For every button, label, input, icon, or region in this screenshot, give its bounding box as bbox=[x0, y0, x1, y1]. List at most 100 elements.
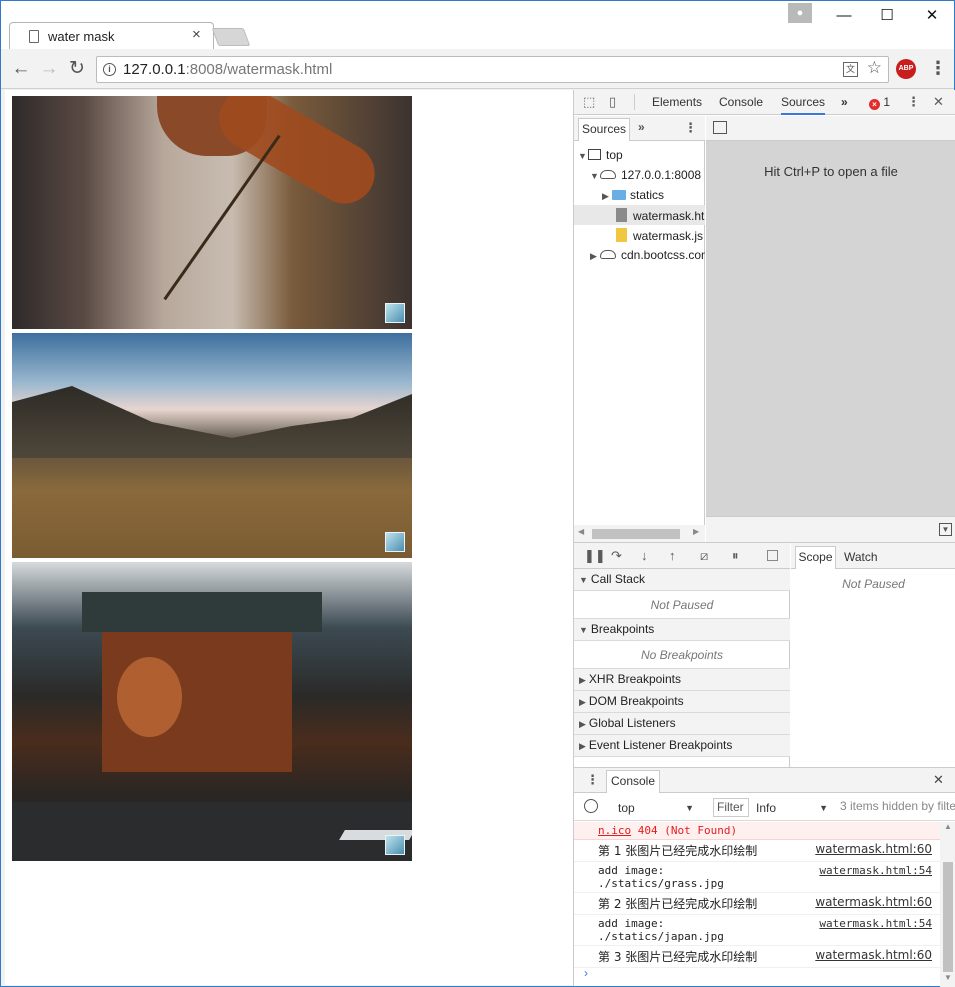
info-icon[interactable]: i bbox=[103, 63, 116, 76]
tree-item-watermask-js[interactable]: watermask.js bbox=[616, 228, 705, 243]
devtools-menu-icon[interactable]: ⋮ bbox=[907, 94, 920, 110]
section-breakpoints[interactable]: ▼ Breakpoints bbox=[574, 619, 790, 641]
editor-hint: Hit Ctrl+P to open a file bbox=[764, 164, 898, 179]
pause-on-exceptions-icon[interactable]: ⏸ bbox=[732, 548, 739, 564]
watermark-icon bbox=[385, 835, 405, 855]
tree-item-watermask-html[interactable]: watermask.html bbox=[574, 205, 705, 225]
url-text[interactable]: 127.0.0.1:8008/watermask.html bbox=[123, 61, 332, 78]
minimize-button[interactable]: — bbox=[829, 5, 859, 27]
pause-icon[interactable]: ❚❚ bbox=[584, 548, 606, 564]
tab-watch[interactable]: Watch bbox=[844, 550, 878, 564]
source-link[interactable]: watermask.html:60 bbox=[815, 948, 932, 962]
section-event-listener-breakpoints[interactable]: ▶ Event Listener Breakpoints bbox=[574, 735, 790, 757]
adblock-icon[interactable]: ABP bbox=[896, 59, 916, 79]
source-link[interactable]: watermask.html:60 bbox=[815, 842, 932, 856]
violin-photo bbox=[12, 96, 412, 329]
tab-title: water mask bbox=[48, 29, 115, 44]
tab-console[interactable]: Console bbox=[719, 95, 763, 109]
tree-item-host[interactable]: ▼ 127.0.0.1:8008 bbox=[590, 168, 705, 182]
console-row: add image: ./statics/japan.jpg watermask.… bbox=[574, 915, 940, 946]
page-viewport bbox=[5, 90, 573, 985]
step-into-icon[interactable]: ↓ bbox=[641, 548, 648, 563]
close-window-button[interactable]: ✕ bbox=[917, 5, 947, 27]
console-row: 第 2 张图片已经完成水印绘制 watermask.html:60 bbox=[574, 893, 940, 915]
toggle-navigator-icon[interactable] bbox=[713, 121, 727, 134]
editor-area: Hit Ctrl+P to open a file ▼ bbox=[706, 116, 955, 542]
console-message: add image: ./statics/japan.jpg bbox=[598, 917, 724, 943]
debugger-left: ❚❚ ↷ ↓ ↑ ⧄ ⏸ ▼ Call Stack Not Paused ▼ Bre… bbox=[574, 543, 790, 768]
scrollbar-thumb[interactable] bbox=[943, 862, 953, 972]
console-filter-input[interactable]: Filter bbox=[713, 798, 749, 817]
editor-footer: ▼ bbox=[706, 516, 955, 542]
navigator-tab-sources[interactable]: Sources bbox=[578, 118, 630, 141]
device-toolbar-icon[interactable]: ▯ bbox=[609, 94, 616, 110]
translate-icon[interactable]: 文 bbox=[843, 62, 858, 77]
grass-photo bbox=[12, 333, 412, 558]
navigator-scrollbar[interactable]: ◀ ▶ bbox=[574, 525, 705, 542]
tab-elements[interactable]: Elements bbox=[652, 95, 702, 109]
checkbox-icon[interactable] bbox=[767, 550, 778, 561]
deactivate-breakpoints-icon[interactable]: ⧄ bbox=[700, 548, 708, 564]
console-message: 第 2 张图片已经完成水印绘制 bbox=[598, 897, 758, 911]
forward-button[interactable]: → bbox=[37, 57, 61, 81]
watermark-icon bbox=[385, 532, 405, 552]
tab-strip: water mask × ● — ☐ ✕ bbox=[1, 1, 954, 50]
close-devtools-icon[interactable]: ✕ bbox=[933, 94, 944, 110]
new-tab-button[interactable] bbox=[211, 28, 251, 46]
scope-body: Not Paused bbox=[842, 577, 905, 591]
section-dom-breakpoints[interactable]: ▶ DOM Breakpoints bbox=[574, 691, 790, 713]
tab-scope[interactable]: Scope bbox=[795, 546, 836, 569]
tab-close-icon[interactable]: × bbox=[192, 26, 201, 43]
source-link[interactable]: watermask.html:54 bbox=[819, 864, 932, 877]
scrollbar-thumb[interactable] bbox=[592, 529, 680, 539]
address-bar[interactable]: i 127.0.0.1:8008/watermask.html 文 ☆ bbox=[96, 56, 889, 83]
section-xhr-breakpoints[interactable]: ▶ XHR Breakpoints bbox=[574, 669, 790, 691]
hidden-items-text: 3 items hidden by filters bbox=[840, 799, 955, 813]
back-button[interactable]: ← bbox=[9, 57, 33, 81]
step-out-icon[interactable]: ↑ bbox=[669, 548, 676, 563]
drawer-tab-console[interactable]: Console bbox=[606, 770, 660, 793]
reload-button[interactable]: ↻ bbox=[65, 57, 89, 81]
console-row: add image: ./statics/grass.jpg watermask.… bbox=[574, 862, 940, 893]
tree-item-cdn[interactable]: ▶ cdn.bootcss.com bbox=[590, 248, 705, 262]
error-counter[interactable]: × 1 bbox=[869, 95, 890, 110]
console-toolbar: top ▼ Filter Info ▼ 3 items hidden by filt… bbox=[574, 794, 955, 821]
close-drawer-icon[interactable]: ✕ bbox=[933, 772, 944, 788]
js-file-icon bbox=[616, 228, 627, 242]
log-level-selector[interactable]: Info ▼ bbox=[756, 798, 828, 818]
section-call-stack[interactable]: ▼ Call Stack bbox=[574, 569, 790, 591]
context-selector[interactable]: top ▼ bbox=[612, 798, 696, 818]
step-over-icon[interactable]: ↷ bbox=[611, 548, 622, 564]
inspect-element-icon[interactable]: ⬚ bbox=[583, 94, 595, 110]
file-icon bbox=[616, 208, 627, 222]
tree-item-statics[interactable]: ▶ statics bbox=[602, 188, 664, 202]
navigator-more-icon[interactable]: » bbox=[638, 120, 645, 134]
debugger-toolbar: ❚❚ ↷ ↓ ↑ ⧄ ⏸ bbox=[574, 543, 790, 569]
section-global-listeners[interactable]: ▶ Global Listeners bbox=[574, 713, 790, 735]
drawer-menu-icon[interactable]: ⋮ bbox=[586, 772, 599, 788]
navigator-menu-icon[interactable]: ⋮ bbox=[684, 120, 697, 136]
japan-photo bbox=[12, 562, 412, 861]
console-row: n.ico 404 (Not Found) bbox=[574, 822, 940, 840]
devtools-tabbar: ⬚ ▯ Elements Console Sources » × 1 ⋮ ✕ bbox=[574, 90, 955, 115]
clear-console-icon[interactable] bbox=[584, 799, 598, 813]
breakpoints-body: No Breakpoints bbox=[574, 641, 790, 669]
source-link[interactable]: watermask.html:60 bbox=[815, 895, 932, 909]
browser-tab[interactable]: water mask × bbox=[9, 22, 214, 50]
profile-icon[interactable]: ● bbox=[788, 3, 812, 23]
more-tabs-icon[interactable]: » bbox=[841, 95, 848, 109]
bookmark-star-icon[interactable]: ☆ bbox=[867, 58, 882, 78]
console-prompt[interactable]: › bbox=[584, 966, 588, 980]
console-scrollbar[interactable]: ▲ ▼ bbox=[940, 822, 955, 987]
maximize-button[interactable]: ☐ bbox=[872, 5, 902, 27]
source-link[interactable]: watermask.html:54 bbox=[819, 917, 932, 930]
tab-sources[interactable]: Sources bbox=[781, 95, 826, 115]
toggle-debugger-icon[interactable]: ▼ bbox=[939, 523, 952, 536]
tree-item-top[interactable]: ▼ top bbox=[578, 148, 623, 162]
document-icon bbox=[29, 30, 39, 43]
browser-menu-icon[interactable]: ⋮ bbox=[929, 58, 947, 79]
console-log: n.ico 404 (Not Found) 第 1 张图片已经完成水印绘制 wate… bbox=[574, 822, 940, 987]
editor-toolbar bbox=[706, 116, 955, 141]
error-icon: × bbox=[869, 99, 880, 110]
drawer-header: ⋮ Console ✕ bbox=[574, 768, 955, 793]
